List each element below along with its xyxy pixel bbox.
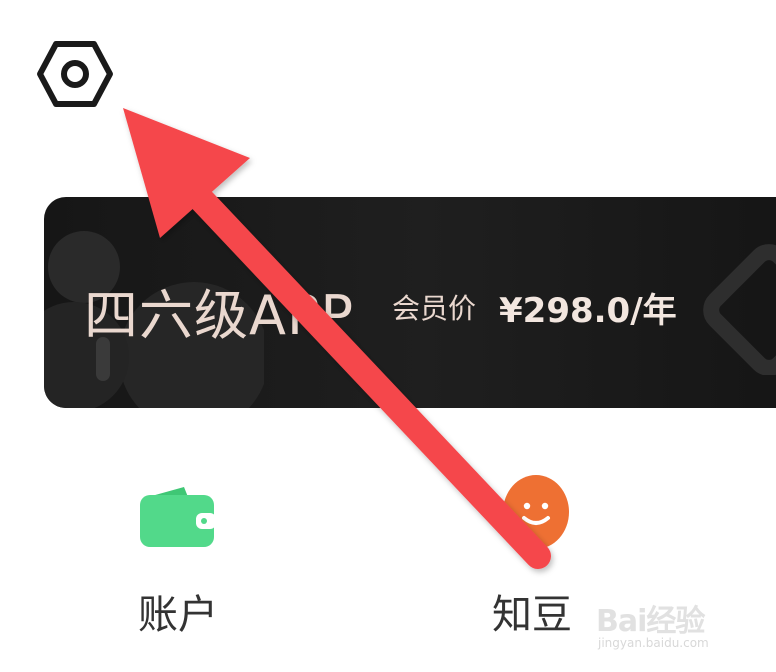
account-label: 账户 — [138, 592, 218, 638]
settings-hexagon-icon — [37, 41, 113, 107]
membership-banner[interactable]: 四六级APP 会员价 ¥298.0/年 — [44, 197, 776, 408]
zhidou-entry[interactable] — [500, 474, 572, 550]
zhidou-label: 知豆 — [492, 592, 572, 638]
member-price: ¥298.0/年 — [499, 291, 677, 331]
banner-title: 四六级APP — [84, 284, 355, 347]
bean-face-icon — [503, 475, 569, 549]
diamond-badge-icon — [703, 244, 776, 375]
member-price-label: 会员价 — [392, 292, 477, 325]
settings-button[interactable] — [36, 40, 114, 108]
wallet-icon — [140, 487, 216, 547]
account-entry[interactable] — [140, 485, 216, 547]
watermark-main: Bai经验 — [596, 604, 705, 639]
baidu-jingyan-watermark: Bai经验 jingyan.baidu.com — [596, 596, 746, 656]
watermark-sub: jingyan.baidu.com — [598, 636, 709, 650]
